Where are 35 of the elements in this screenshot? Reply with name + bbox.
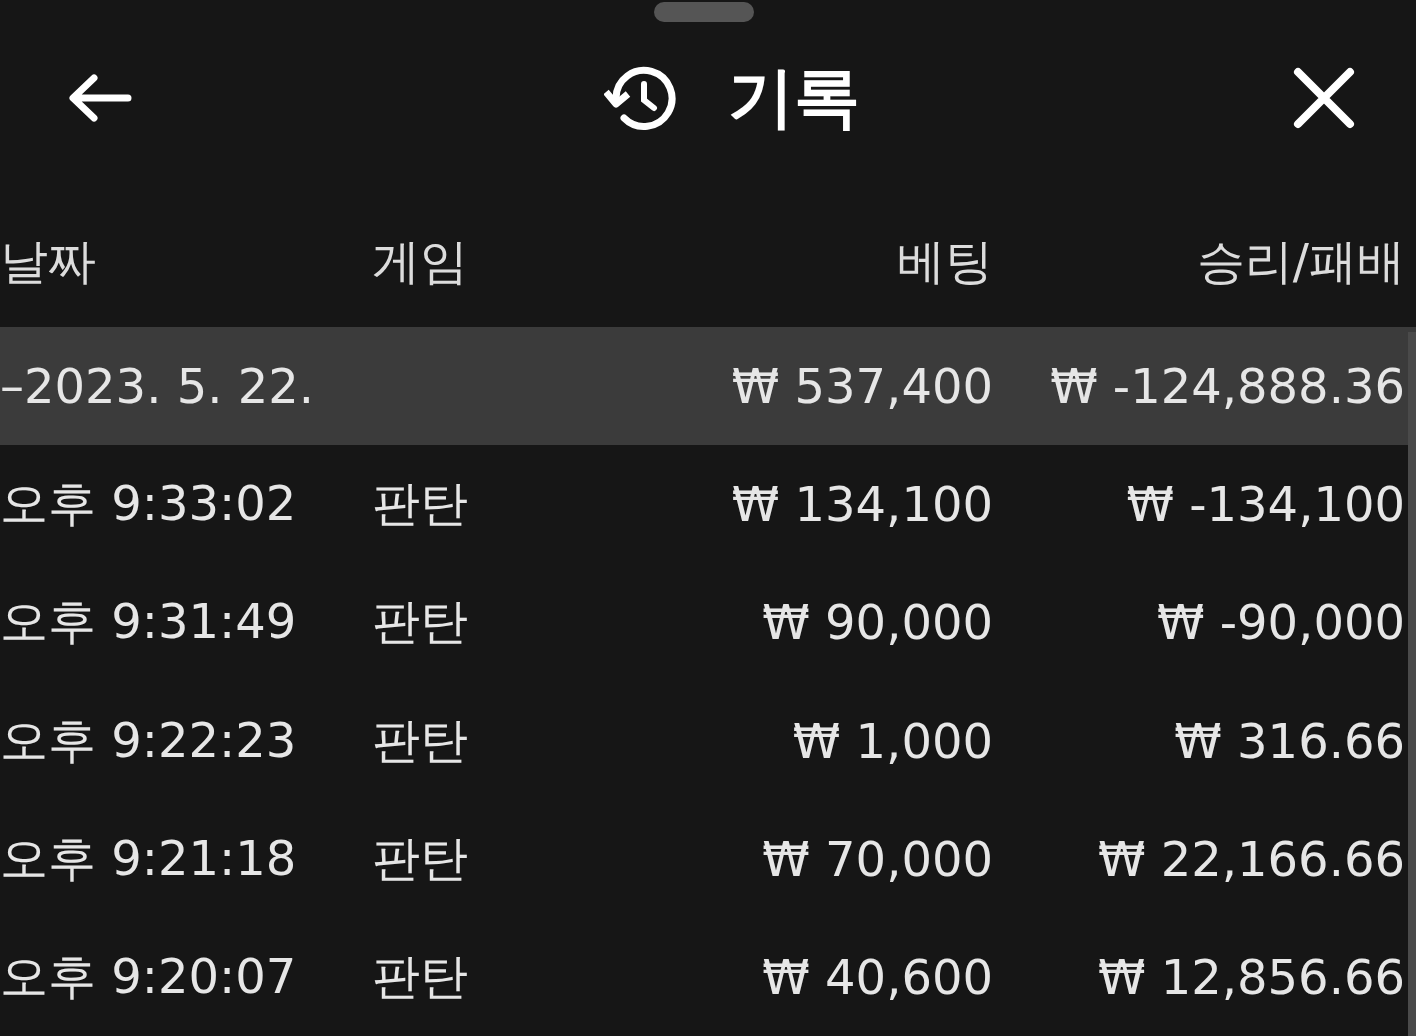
date-cell-text: –2023. 5. 22. [0,358,316,415]
bet-cell-text: ₩ 90,000 [761,594,993,651]
game-cell-text: 판탄 [372,474,469,534]
game-cell-text: 판탄 [372,710,469,770]
bet-cell-text: ₩ 134,100 [730,476,993,533]
column-header: 승리/패배 [1195,231,1405,291]
time-cell-text: 오후 9:21:18 [0,828,298,888]
bet-cell-text: ₩ 1,000 [791,712,993,769]
time-cell-text: 오후 9:33:02 [0,474,298,534]
back-arrow-icon [66,73,132,124]
column-header: 베팅 [896,231,993,291]
column-header: 날짜 [0,231,97,291]
drag-handle[interactable] [654,2,754,22]
scrollbar[interactable] [1408,332,1416,1036]
game-cell-text: 판탄 [372,592,469,652]
close-button[interactable] [1292,66,1356,131]
result-cell-text: ₩ -124,888.36 [1049,358,1405,415]
result-cell-text: ₩ -134,100 [1125,476,1405,533]
bet-cell-text: ₩ 70,000 [761,830,993,887]
result-cell-text: ₩ 12,856.66 [1097,948,1405,1005]
game-cell-text: 판탄 [372,946,469,1006]
bet-cell-text: ₩ 537,400 [730,358,993,415]
history-icon [604,64,678,133]
bet-cell-text: ₩ 40,600 [761,948,993,1005]
page-title: 기록 [728,58,860,139]
back-button[interactable] [66,73,132,124]
result-cell-text: ₩ 316.66 [1173,712,1405,769]
time-cell-text: 오후 9:22:23 [0,710,298,770]
game-cell-text: 판탄 [372,828,469,888]
result-cell-text: ₩ 22,166.66 [1097,830,1405,887]
column-header: 게임 [372,231,469,291]
time-cell-text: 오후 9:31:49 [0,592,298,652]
time-cell-text: 오후 9:20:07 [0,946,298,1006]
result-cell-text: ₩ -90,000 [1156,594,1405,651]
close-icon [1292,66,1356,131]
